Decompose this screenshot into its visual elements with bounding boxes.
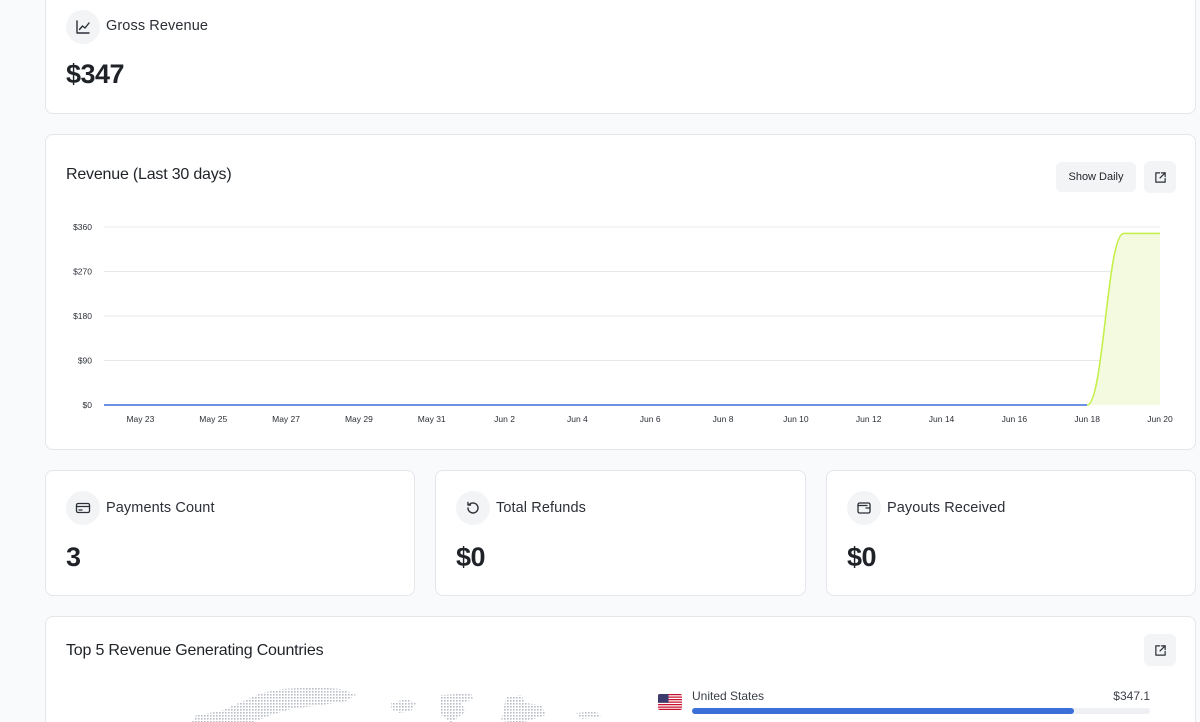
payouts-received-value: $0 bbox=[847, 542, 877, 572]
country-name: United States bbox=[692, 689, 765, 703]
country-value: $347.1 bbox=[1113, 689, 1150, 703]
country-share-bar-fill bbox=[692, 708, 1074, 714]
gross-revenue-label: Gross Revenue bbox=[106, 18, 209, 34]
x-tick-label: Jun 16 bbox=[1002, 414, 1028, 424]
x-tick-label: Jun 12 bbox=[856, 414, 882, 424]
world-dot-map bbox=[191, 687, 601, 722]
wallet-icon bbox=[847, 491, 881, 525]
refund-icon bbox=[456, 491, 490, 525]
payments-count-value: 3 bbox=[66, 542, 81, 572]
gross-revenue-card: Gross Revenue $347 bbox=[45, 0, 1196, 114]
x-tick-label: Jun 14 bbox=[929, 414, 955, 424]
y-tick-label: $180 bbox=[73, 311, 92, 321]
us-flag-icon bbox=[658, 694, 682, 710]
x-tick-label: May 23 bbox=[126, 414, 154, 424]
payments-count-label: Payments Count bbox=[106, 500, 215, 516]
top-countries-card: Top 5 Revenue Generating Countries Unite… bbox=[45, 616, 1196, 722]
gross-revenue-value: $347 bbox=[66, 59, 125, 89]
x-tick-label: Jun 10 bbox=[783, 414, 809, 424]
series-area bbox=[1087, 233, 1160, 405]
country-share-bar bbox=[692, 708, 1150, 714]
x-tick-label: Jun 8 bbox=[713, 414, 734, 424]
y-tick-label: $270 bbox=[73, 267, 92, 277]
y-tick-label: $0 bbox=[83, 400, 93, 410]
x-tick-label: Jun 6 bbox=[640, 414, 661, 424]
revenue-chart-card: Revenue (Last 30 days) Show Daily $360 $2… bbox=[45, 134, 1196, 450]
payouts-received-card: Payouts Received $0 bbox=[826, 470, 1196, 596]
card-icon bbox=[66, 491, 100, 525]
payments-count-card: Payments Count 3 bbox=[45, 470, 415, 596]
y-tick-label: $90 bbox=[78, 356, 92, 366]
x-tick-label: Jun 4 bbox=[567, 414, 588, 424]
total-refunds-value: $0 bbox=[456, 542, 486, 572]
total-refunds-card: Total Refunds $0 bbox=[435, 470, 806, 596]
payouts-received-label: Payouts Received bbox=[887, 500, 1006, 516]
x-tick-label: Jun 2 bbox=[494, 414, 515, 424]
expand-countries-button[interactable] bbox=[1144, 634, 1176, 666]
trend-line-icon bbox=[66, 10, 100, 44]
x-tick-label: May 29 bbox=[345, 414, 373, 424]
revenue-line-chart: $360 $270 $180 $90 $0 May 23 May 25 May 27 May 2… bbox=[73, 222, 1173, 424]
top-countries-title: Top 5 Revenue Generating Countries bbox=[66, 642, 324, 659]
y-tick-label: $360 bbox=[73, 222, 92, 232]
x-tick-label: May 27 bbox=[272, 414, 300, 424]
total-refunds-label: Total Refunds bbox=[496, 500, 586, 516]
expand-icon bbox=[1154, 644, 1166, 656]
x-tick-label: May 25 bbox=[199, 414, 227, 424]
x-tick-label: Jun 20 bbox=[1147, 414, 1173, 424]
x-tick-label: May 31 bbox=[418, 414, 446, 424]
x-tick-label: Jun 18 bbox=[1074, 414, 1100, 424]
